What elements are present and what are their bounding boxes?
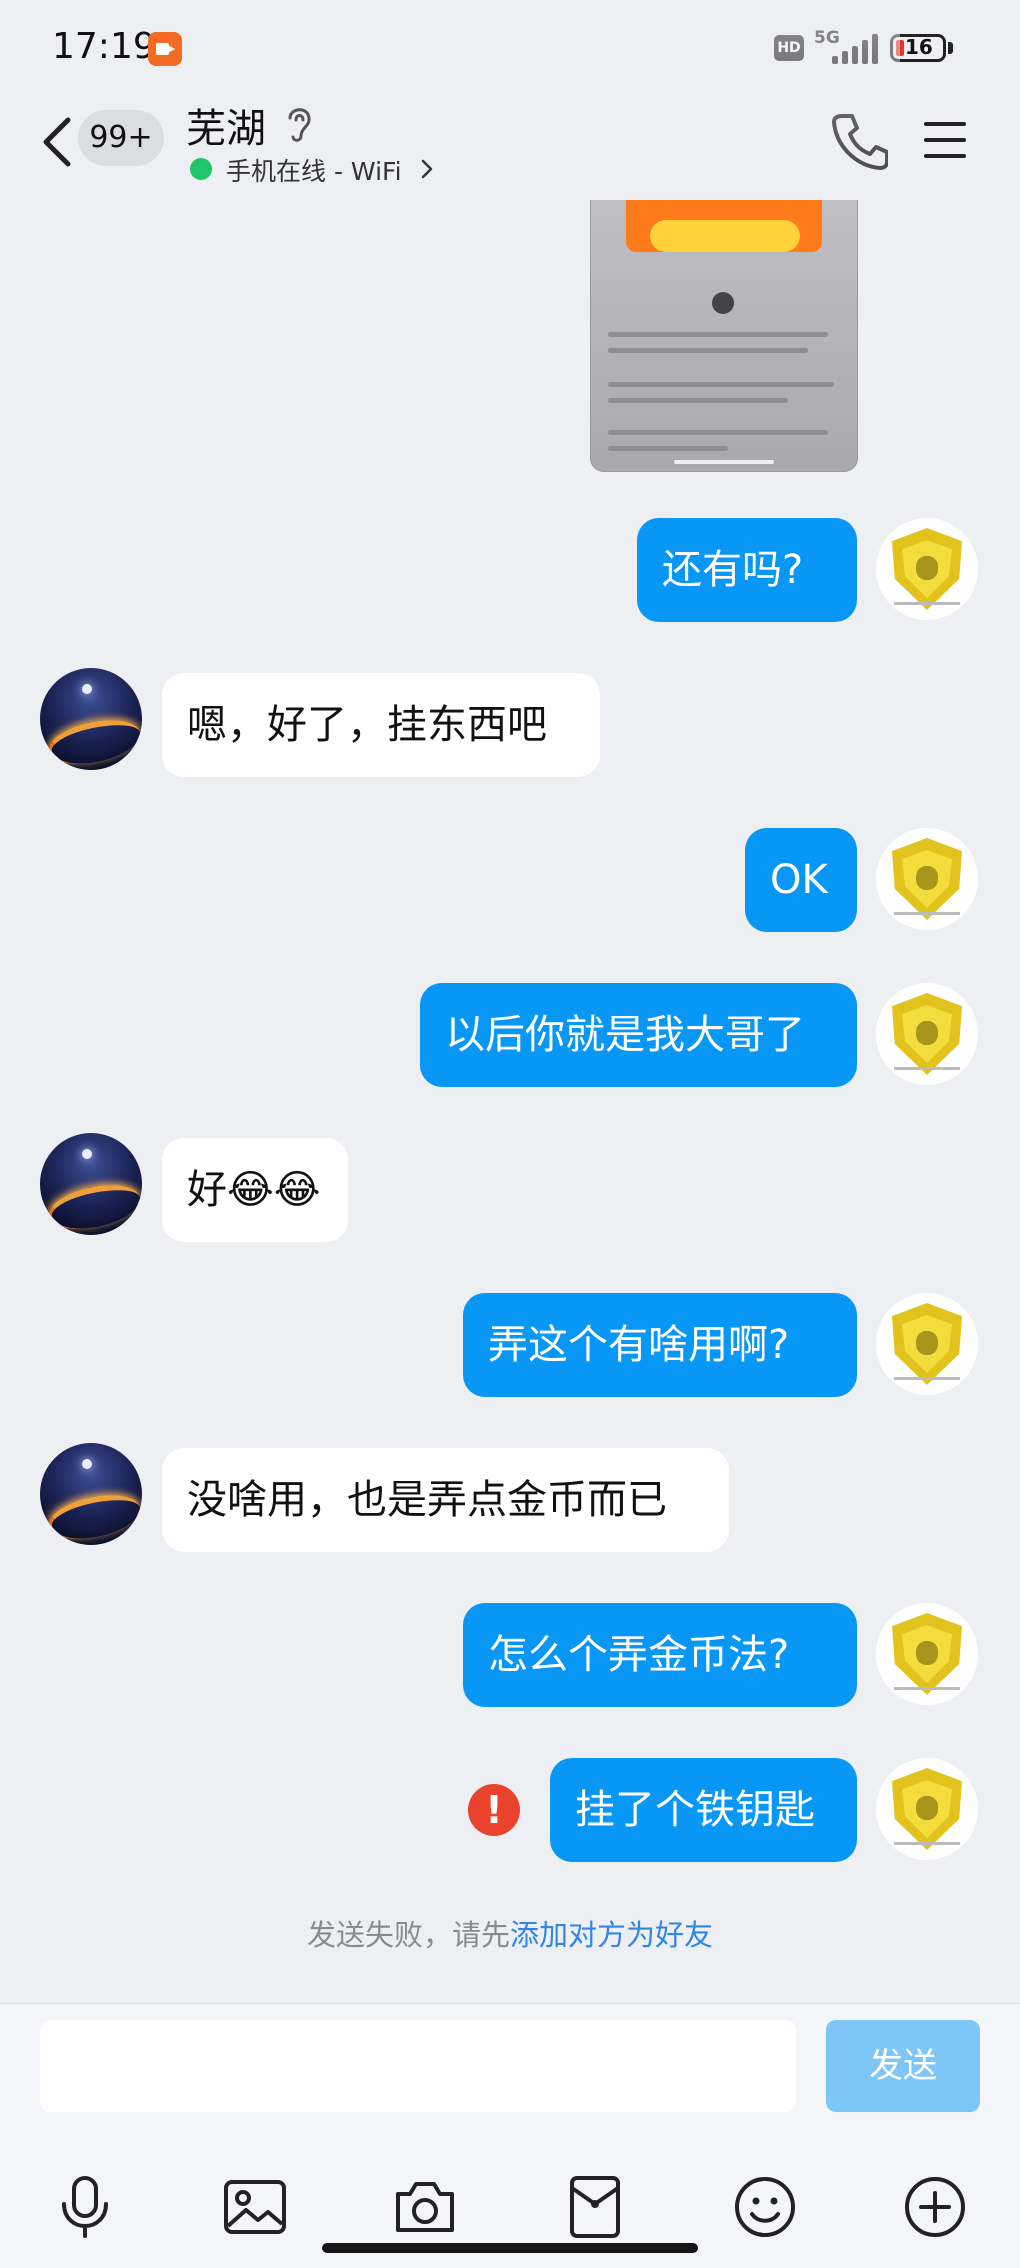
friend-avatar[interactable] bbox=[40, 668, 142, 770]
notice-text: 发送失败，请先 bbox=[306, 1918, 510, 1952]
self-avatar[interactable] bbox=[876, 1758, 978, 1860]
message-bubble[interactable]: 以后你就是我大哥了 bbox=[420, 983, 857, 1087]
status-time: 17:19 bbox=[52, 26, 156, 67]
menu-icon[interactable] bbox=[924, 118, 970, 162]
self-avatar[interactable] bbox=[876, 518, 978, 620]
ear-icon[interactable] bbox=[282, 104, 316, 144]
battery-level: 16 bbox=[905, 35, 933, 59]
friend-avatar[interactable] bbox=[40, 1133, 142, 1235]
camera-icon[interactable] bbox=[392, 2174, 458, 2240]
friend-avatar[interactable] bbox=[40, 1443, 142, 1545]
message-bubble[interactable]: 弄这个有啥用啊? bbox=[463, 1293, 857, 1397]
message-bubble[interactable]: OK bbox=[745, 828, 857, 932]
self-avatar[interactable] bbox=[876, 1603, 978, 1705]
self-avatar[interactable] bbox=[876, 983, 978, 1085]
message-bubble[interactable]: 没啥用，也是弄点金币而已 bbox=[162, 1448, 729, 1552]
input-area: 发送 bbox=[0, 2003, 1020, 2268]
back-arrow-icon[interactable] bbox=[38, 114, 78, 170]
self-avatar[interactable] bbox=[876, 828, 978, 930]
message-input[interactable] bbox=[40, 2020, 796, 2112]
video-app-icon bbox=[148, 32, 182, 66]
send-failed-notice: 发送失败，请先添加对方为好友 bbox=[0, 1912, 1020, 1954]
image-close-icon bbox=[712, 292, 734, 314]
online-status-text[interactable]: 手机在线 - WiFi bbox=[226, 152, 402, 188]
contact-name[interactable]: 芜湖 bbox=[186, 96, 266, 154]
battery-tip bbox=[948, 42, 953, 54]
send-button[interactable]: 发送 bbox=[826, 2020, 980, 2112]
message-bubble[interactable]: 好😂😂 bbox=[162, 1138, 348, 1242]
microphone-icon[interactable] bbox=[52, 2174, 118, 2240]
online-status-dot bbox=[190, 158, 212, 180]
image-read-button bbox=[650, 220, 800, 252]
header-blur bbox=[560, 0, 900, 200]
message-bubble[interactable]: 挂了个铁钥匙 bbox=[550, 1758, 857, 1862]
message-bubble[interactable]: 嗯，好了，挂东西吧 bbox=[162, 673, 600, 777]
emoji-icon[interactable] bbox=[732, 2174, 798, 2240]
home-indicator bbox=[322, 2243, 698, 2253]
chevron-right-icon[interactable] bbox=[420, 158, 434, 180]
add-friend-link[interactable]: 添加对方为好友 bbox=[510, 1918, 713, 1952]
message-bubble[interactable]: 怎么个弄金币法? bbox=[463, 1603, 857, 1707]
plus-icon[interactable] bbox=[902, 2174, 968, 2240]
send-failed-icon[interactable]: ! bbox=[468, 1784, 520, 1836]
self-avatar[interactable] bbox=[876, 1293, 978, 1395]
image-icon[interactable] bbox=[222, 2174, 288, 2240]
red-packet-icon[interactable] bbox=[562, 2174, 628, 2240]
message-bubble[interactable]: 还有吗? bbox=[637, 518, 857, 622]
unread-count-badge[interactable]: 99+ bbox=[78, 110, 164, 166]
